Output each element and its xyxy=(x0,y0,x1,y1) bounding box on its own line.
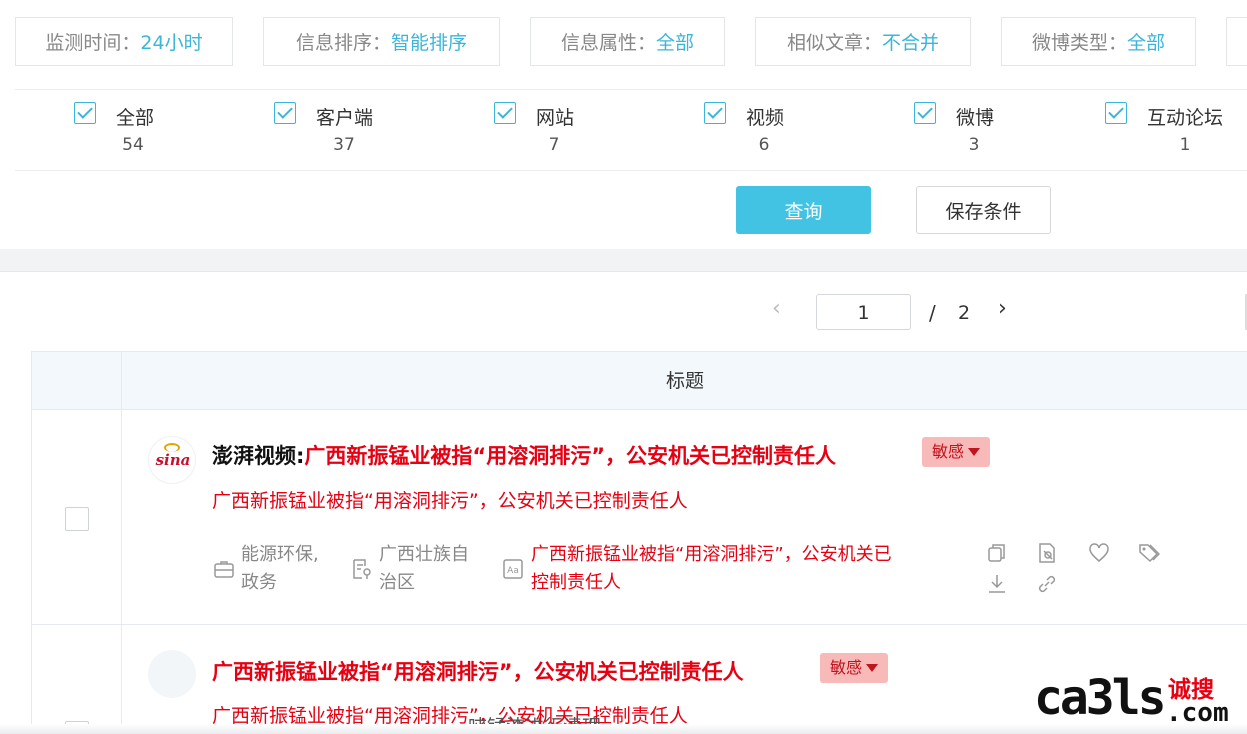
table-header: 标题 xyxy=(32,352,1247,410)
filter-info-attribute[interactable]: 信息属性： 全部 xyxy=(530,17,725,66)
filter-similar-articles[interactable]: 相似文章： 不合并 xyxy=(755,17,971,66)
avatar: sina xyxy=(148,436,196,484)
heart-icon[interactable] xyxy=(1088,542,1110,564)
sensitive-badge[interactable]: 敏感 xyxy=(922,437,991,467)
checkbox-checked-icon[interactable] xyxy=(914,102,936,124)
filter-bar: 监测时间： 24小时 信息排序： 智能排序 信息属性： 全部 相似文章： 不合并 微博类… xyxy=(15,17,1196,66)
avatar xyxy=(148,650,196,698)
filter-monitor-time[interactable]: 监测时间： 24小时 xyxy=(15,17,233,66)
checkbox-checked-icon[interactable] xyxy=(274,102,296,124)
article-region: 广西壮族自 治区 xyxy=(379,544,469,593)
article-headline: 广西新振锰业被指“用溶洞排污”，公安机关已控制责任人 xyxy=(212,660,744,684)
filter-weibo-type[interactable]: 微博类型： 全部 xyxy=(1001,17,1196,66)
download-icon[interactable] xyxy=(986,573,1008,595)
query-button[interactable]: 查询 xyxy=(736,186,871,234)
article-headline: 广西新振锰业被指“用溶洞排污”，公安机关已控制责任人 xyxy=(304,444,837,468)
article-category: 能源环保, 政务 xyxy=(241,544,319,593)
watermark-logo: ca3ls 诚搜 .com xyxy=(1034,670,1229,728)
column-header-title: 标题 xyxy=(665,370,704,392)
article-summary: 广西新振锰业被指“用溶洞排污”，公安机关已控制责任人 xyxy=(212,490,688,512)
save-conditions-button[interactable]: 保存条件 xyxy=(916,186,1051,234)
caret-down-icon xyxy=(968,448,981,456)
article-title[interactable]: 澎湃视频:广西新振锰业被指“用溶洞排污”，公安机关已控制责任人 xyxy=(212,440,836,470)
page-separator: / xyxy=(929,301,936,325)
source-type-row: 全部 54 客户端 37 网站 7 视频 6 微博 3 互动论坛 1 xyxy=(0,102,1247,162)
row-checkbox[interactable] xyxy=(65,507,89,531)
pagination: ‹ 1 / 2 › xyxy=(0,294,1247,330)
divider xyxy=(15,89,1247,90)
article-title[interactable]: 广西新振锰业被指“用溶洞排污”，公安机关已控制责任人 xyxy=(212,656,744,686)
page-total: 2 xyxy=(958,302,971,324)
chevron-left-icon[interactable]: ‹ xyxy=(772,296,781,321)
chevron-right-icon[interactable]: › xyxy=(998,296,1007,321)
checkbox-checked-icon[interactable] xyxy=(74,102,96,124)
page-number-input[interactable]: 1 xyxy=(816,294,911,330)
row-divider xyxy=(32,624,1247,625)
checkbox-checked-icon[interactable] xyxy=(494,102,516,124)
caret-down-icon xyxy=(866,664,879,672)
location-document-icon xyxy=(353,559,371,579)
keyword-text-icon: Aa xyxy=(503,559,523,579)
link-icon[interactable] xyxy=(1036,573,1058,595)
briefcase-icon xyxy=(214,561,234,578)
svg-text:Aa: Aa xyxy=(507,566,519,576)
document-link-icon[interactable] xyxy=(1036,542,1058,564)
copy-icon[interactable] xyxy=(986,542,1008,564)
sensitive-badge[interactable]: 敏感 xyxy=(820,653,889,683)
section-separator xyxy=(0,249,1247,272)
checkbox-checked-icon[interactable] xyxy=(704,102,726,124)
article-keywords: 广西新振锰业被指“用溶洞排污”，公安机关已 控制责任人 xyxy=(531,544,892,593)
filter-info-sort[interactable]: 信息排序： 智能排序 xyxy=(263,17,500,66)
checkbox-checked-icon[interactable] xyxy=(1105,102,1127,124)
article-source: 澎湃视频: xyxy=(212,444,305,468)
filter-overflow-edge xyxy=(1226,17,1247,66)
tag-icon[interactable] xyxy=(1138,542,1160,564)
divider xyxy=(15,170,1247,171)
column-divider xyxy=(121,410,122,734)
